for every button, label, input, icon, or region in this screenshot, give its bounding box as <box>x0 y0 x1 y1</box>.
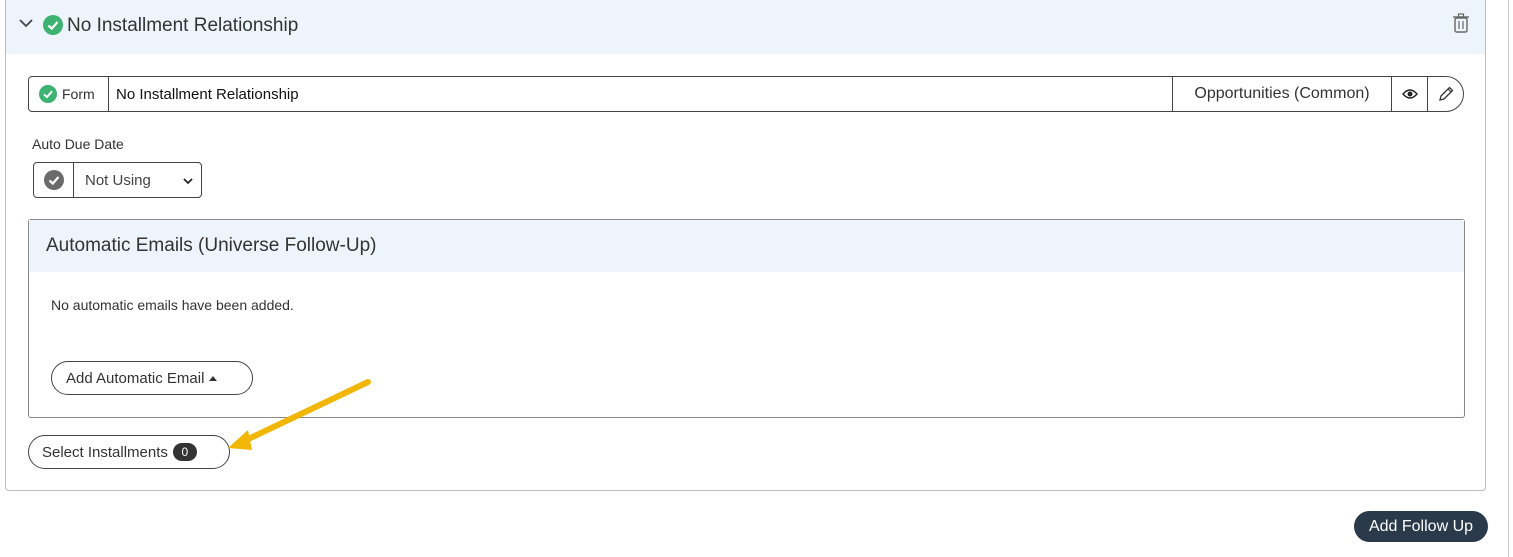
form-tag-label: Form <box>62 86 95 102</box>
eye-icon <box>1401 89 1418 99</box>
edit-form-button[interactable] <box>1427 77 1463 111</box>
installments-count-badge: 0 <box>172 443 197 461</box>
pencil-icon <box>1438 86 1453 101</box>
auto-due-date-value[interactable]: Not Using <box>74 163 201 197</box>
auto-due-date-selected: Not Using <box>85 171 151 189</box>
annotation-arrow <box>228 379 371 450</box>
scroll-divider <box>1508 0 1509 557</box>
check-circle-icon <box>43 15 63 35</box>
auto-due-date-label: Auto Due Date <box>32 136 124 152</box>
automatic-emails-title: Automatic Emails (Universe Follow-Up) <box>46 235 377 256</box>
add-automatic-email-label: Add Automatic Email <box>66 369 205 387</box>
caret-up-icon <box>209 375 218 381</box>
auto-due-date-status <box>34 163 74 197</box>
follow-up-title: No Installment Relationship <box>67 15 299 36</box>
check-circle-icon <box>39 85 57 103</box>
check-circle-icon <box>43 170 64 190</box>
trash-icon[interactable] <box>1452 13 1470 33</box>
automatic-emails-header: Automatic Emails (Universe Follow-Up) <box>29 220 1464 272</box>
form-name: No Installment Relationship <box>116 85 299 103</box>
follow-up-header[interactable]: No Installment Relationship <box>6 0 1485 54</box>
add-follow-up-button[interactable]: Add Follow Up <box>1354 511 1488 542</box>
caret-down-icon <box>183 178 193 185</box>
auto-due-date-select[interactable]: Not Using <box>33 162 202 198</box>
form-category: Opportunities (Common) <box>1172 77 1391 111</box>
select-installments-label: Select Installments <box>42 443 168 461</box>
automatic-emails-empty-text: No automatic emails have been added. <box>51 297 294 313</box>
select-installments-button[interactable]: Select Installments 0 <box>28 435 230 469</box>
form-tag: Form <box>29 77 109 111</box>
chevron-down-icon[interactable] <box>18 15 34 31</box>
form-row: Form No Installment Relationship Opportu… <box>28 76 1464 112</box>
preview-form-button[interactable] <box>1391 77 1427 111</box>
